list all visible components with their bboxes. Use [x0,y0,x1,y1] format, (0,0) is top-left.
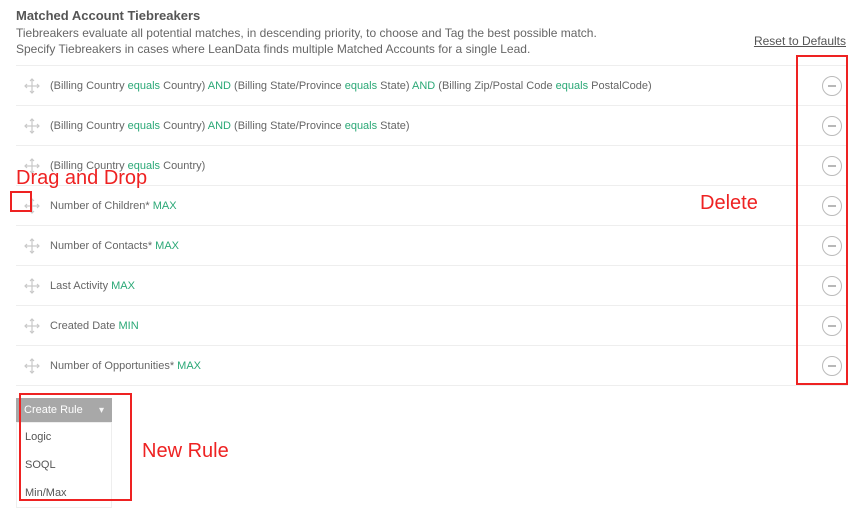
delete-rule-button[interactable] [822,236,842,256]
rule-expression: (Billing Country equals Country) [50,160,822,172]
delete-rule-button[interactable] [822,116,842,136]
drag-handle-icon[interactable] [22,276,42,296]
drag-handle-icon[interactable] [22,316,42,336]
drag-handle-icon[interactable] [22,236,42,256]
drag-handle-icon[interactable] [22,196,42,216]
create-rule-label: Create Rule [24,404,83,416]
drag-handle-icon[interactable] [22,356,42,376]
delete-rule-button[interactable] [822,156,842,176]
delete-rule-button[interactable] [822,76,842,96]
delete-rule-button[interactable] [822,356,842,376]
rules-list: (Billing Country equals Country) AND (Bi… [16,65,848,386]
desc-line-1: Tiebreakers evaluate all potential match… [16,26,597,40]
create-rule-area: Create Rule ▾ LogicSOQLMin/Max [16,398,112,508]
rule-row: Number of Children* MAX [16,186,848,226]
rule-row: (Billing Country equals Country) [16,146,848,186]
delete-rule-button[interactable] [822,316,842,336]
rule-expression: (Billing Country equals Country) AND (Bi… [50,120,822,132]
rule-row: Created Date MIN [16,306,848,346]
create-rule-menu: LogicSOQLMin/Max [16,422,112,508]
annotation-new-rule: New Rule [142,440,229,463]
page-title: Matched Account Tiebreakers [16,8,848,23]
rule-expression: (Billing Country equals Country) AND (Bi… [50,80,822,92]
rule-row: Number of Opportunities* MAX [16,346,848,386]
rule-expression: Number of Contacts* MAX [50,240,822,252]
delete-rule-button[interactable] [822,276,842,296]
drag-handle-icon[interactable] [22,76,42,96]
rule-row: Number of Contacts* MAX [16,226,848,266]
create-rule-option[interactable]: Logic [17,423,111,451]
drag-handle-icon[interactable] [22,156,42,176]
rule-expression: Number of Opportunities* MAX [50,360,822,372]
create-rule-option[interactable]: Min/Max [17,479,111,507]
tiebreakers-panel: Matched Account Tiebreakers Tiebreakers … [0,0,860,520]
drag-handle-icon[interactable] [22,116,42,136]
rule-row: (Billing Country equals Country) AND (Bi… [16,106,848,146]
rule-row: Last Activity MAX [16,266,848,306]
desc-line-2: Specify Tiebreakers in cases where LeanD… [16,42,530,56]
rule-row: (Billing Country equals Country) AND (Bi… [16,66,848,106]
chevron-down-icon: ▾ [99,405,104,416]
rule-expression: Created Date MIN [50,320,822,332]
create-rule-option[interactable]: SOQL [17,451,111,479]
page-description: Tiebreakers evaluate all potential match… [16,25,848,57]
create-rule-button[interactable]: Create Rule ▾ [16,398,112,422]
rule-expression: Last Activity MAX [50,280,822,292]
rule-expression: Number of Children* MAX [50,200,822,212]
delete-rule-button[interactable] [822,196,842,216]
reset-to-defaults-link[interactable]: Reset to Defaults [754,34,846,48]
